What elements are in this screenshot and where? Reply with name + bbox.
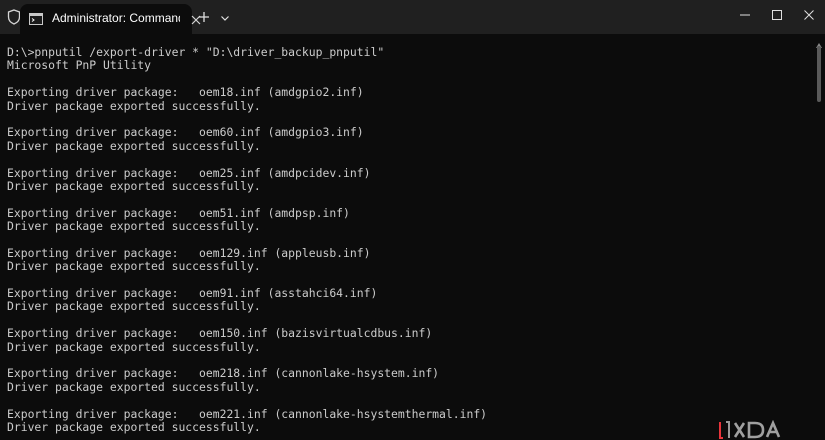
- terminal-line: Driver package exported successfully.: [7, 98, 261, 113]
- terminal-line: D:\>pnputil /export-driver * "D:\driver_…: [7, 45, 385, 59]
- close-icon[interactable]: [791, 0, 825, 30]
- terminal-line: Driver package exported successfully.: [7, 419, 261, 434]
- terminal-line: Exporting driver package: oem221.inf (ca…: [7, 406, 488, 421]
- terminal-output[interactable]: D:\>pnputil /export-driver * "D:\driver_…: [0, 34, 825, 440]
- terminal-lines: D:\>pnputil /export-driver * "D:\driver_…: [7, 45, 488, 434]
- terminal-line: Exporting driver package: oem60.inf (amd…: [7, 125, 364, 140]
- terminal-line: Exporting driver package: oem218.inf (ca…: [7, 366, 440, 381]
- maximize-icon[interactable]: [759, 0, 795, 30]
- terminal-line: Exporting driver package: oem51.inf (amd…: [7, 205, 350, 220]
- command-prompt-icon: [29, 12, 43, 25]
- terminal-line: Driver package exported successfully.: [7, 379, 261, 394]
- terminal-line: Driver package exported successfully.: [7, 259, 261, 274]
- terminal-line: Driver package exported successfully.: [7, 178, 261, 193]
- terminal-line: Exporting driver package: oem18.inf (amd…: [7, 85, 364, 100]
- terminal-line: Driver package exported successfully.: [7, 138, 261, 153]
- terminal-line: Driver package exported successfully.: [7, 339, 261, 354]
- terminal-line: Microsoft PnP Utility: [7, 58, 152, 73]
- plus-icon[interactable]: [196, 9, 212, 25]
- terminal-line: Exporting driver package: oem129.inf (ap…: [7, 245, 371, 260]
- chevron-down-icon[interactable]: [219, 11, 231, 23]
- title-bar[interactable]: Administrator: Command Pro: [0, 0, 825, 34]
- terminal-line: Exporting driver package: oem150.inf (ba…: [7, 326, 433, 341]
- terminal-line: Exporting driver package: oem91.inf (ass…: [7, 286, 378, 301]
- scroll-up-icon[interactable]: [816, 35, 822, 48]
- terminal-line: Driver package exported successfully.: [7, 219, 261, 234]
- tab-title: Administrator: Command Pro: [52, 11, 180, 25]
- terminal-line: Driver package exported successfully.: [7, 299, 261, 314]
- tab-command-prompt[interactable]: Administrator: Command Pro: [20, 4, 201, 34]
- terminal-line: Exporting driver package: oem25.inf (amd…: [7, 165, 371, 180]
- scrollbar-thumb[interactable]: [817, 46, 821, 102]
- minimize-icon[interactable]: [727, 0, 763, 30]
- xda-watermark-logo: [718, 419, 798, 440]
- terminal-window: Administrator: Command Pro: [0, 0, 825, 440]
